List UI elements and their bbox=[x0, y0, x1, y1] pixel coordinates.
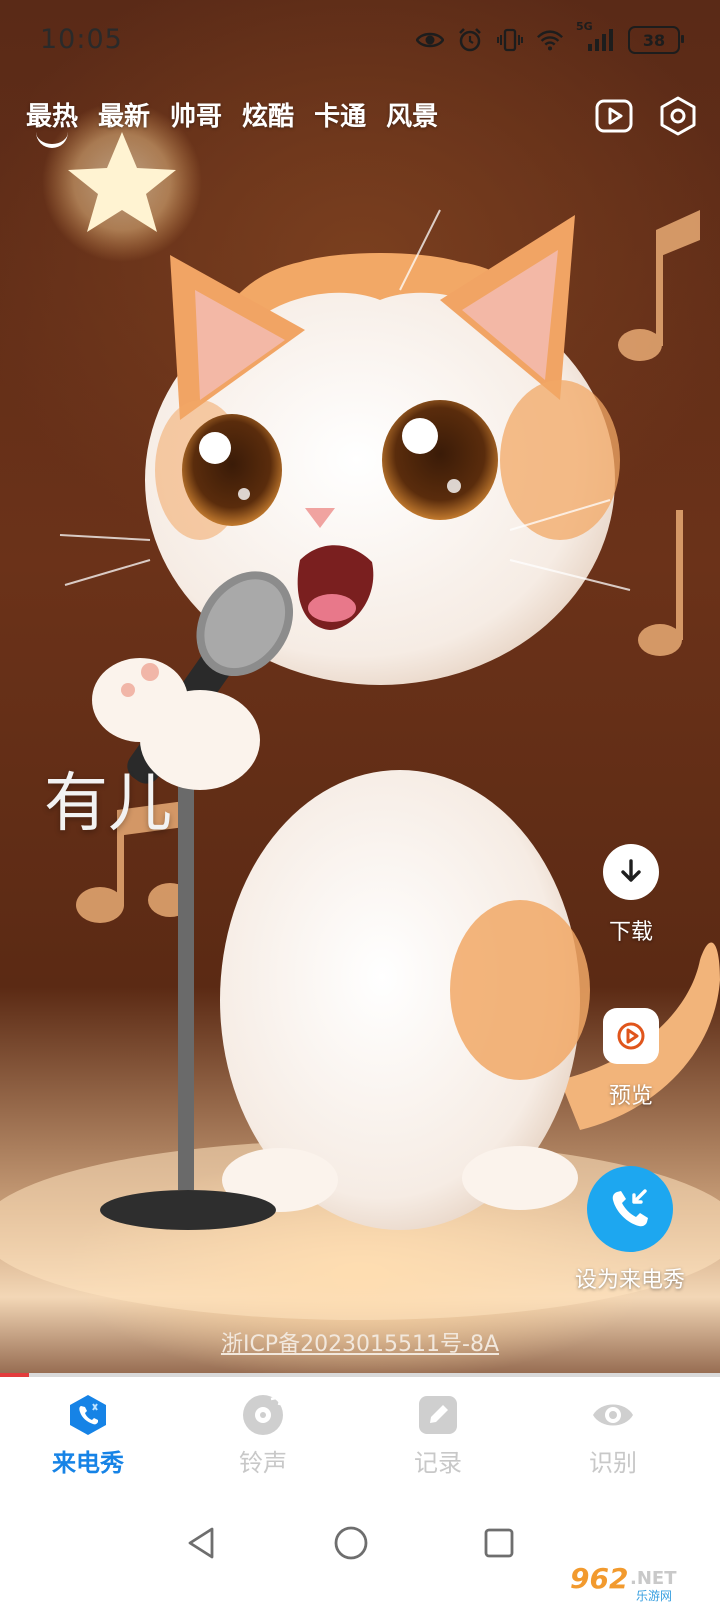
alarm-icon bbox=[456, 26, 484, 54]
svg-text:962: 962 bbox=[570, 1562, 628, 1595]
nav-ringtone-label: 铃声 bbox=[239, 1449, 287, 1477]
home-icon[interactable] bbox=[328, 1520, 374, 1566]
status-bar: 10:05 5G 38 bbox=[0, 0, 720, 84]
tab-hottest[interactable]: 最热 bbox=[26, 96, 78, 148]
video-library-icon[interactable] bbox=[594, 96, 634, 136]
signal-icon: 5G bbox=[576, 20, 616, 54]
recognize-eye-icon bbox=[591, 1393, 635, 1437]
wifi-icon bbox=[536, 26, 564, 54]
icp-license-link[interactable]: 浙ICP备2023015511号-8A bbox=[0, 1326, 720, 1358]
nav-call-show[interactable]: 来电秀 bbox=[28, 1393, 148, 1478]
nav-recognize[interactable]: 识别 bbox=[553, 1393, 673, 1478]
download-icon[interactable] bbox=[603, 844, 659, 900]
eye-icon bbox=[416, 26, 444, 54]
nav-ringtone[interactable]: 铃声 bbox=[203, 1393, 323, 1478]
ringtone-disc-icon bbox=[241, 1393, 285, 1437]
status-icons: 5G 38 bbox=[416, 20, 684, 54]
svg-text:.NET: .NET bbox=[630, 1568, 677, 1589]
download-label: 下载 bbox=[608, 920, 653, 945]
preview-icon[interactable] bbox=[603, 1008, 659, 1064]
nav-call-show-label: 来电秀 bbox=[52, 1449, 124, 1477]
system-navigation-bar: 962 .NET 乐游网 bbox=[0, 1510, 720, 1610]
call-show-icon bbox=[66, 1393, 110, 1437]
watermark-logo: 962 .NET 乐游网 bbox=[566, 1560, 716, 1604]
tab-cartoon[interactable]: 卡通 bbox=[314, 96, 366, 148]
tab-handsome[interactable]: 帅哥 bbox=[170, 96, 222, 148]
category-tabs: 最热 最新 帅哥 炫酷 卡通 风景 bbox=[26, 96, 438, 148]
bottom-nav: 来电秀 铃声 记录 识别 bbox=[0, 1377, 720, 1510]
tab-cool[interactable]: 炫酷 bbox=[242, 96, 294, 148]
preview-button[interactable]: 预览 bbox=[576, 1008, 686, 1110]
tab-scenery[interactable]: 风景 bbox=[386, 96, 438, 148]
nav-recognize-label: 识别 bbox=[589, 1449, 637, 1477]
overlay-title: 有儿 bbox=[44, 767, 172, 841]
record-edit-icon bbox=[416, 1393, 460, 1437]
battery-level: 38 bbox=[642, 30, 666, 50]
download-button[interactable]: 下载 bbox=[576, 844, 686, 946]
settings-hexagon-icon[interactable] bbox=[658, 96, 698, 136]
nav-records[interactable]: 记录 bbox=[378, 1393, 498, 1478]
nav-records-label: 记录 bbox=[414, 1449, 462, 1477]
battery-icon: 38 bbox=[628, 26, 684, 54]
set-call-show-button[interactable]: 设为来电秀 bbox=[560, 1166, 700, 1294]
top-right-actions bbox=[594, 96, 698, 136]
tab-newest[interactable]: 最新 bbox=[98, 96, 150, 148]
svg-text:乐游网: 乐游网 bbox=[636, 1589, 672, 1603]
preview-label: 预览 bbox=[608, 1084, 653, 1109]
network-type: 5G bbox=[576, 20, 593, 33]
set-call-show-label: 设为来电秀 bbox=[574, 1268, 685, 1293]
clock: 10:05 bbox=[40, 24, 123, 55]
incoming-call-icon[interactable] bbox=[587, 1166, 673, 1252]
vibrate-icon bbox=[496, 26, 524, 54]
recents-icon[interactable] bbox=[476, 1520, 522, 1566]
back-icon[interactable] bbox=[178, 1520, 224, 1566]
